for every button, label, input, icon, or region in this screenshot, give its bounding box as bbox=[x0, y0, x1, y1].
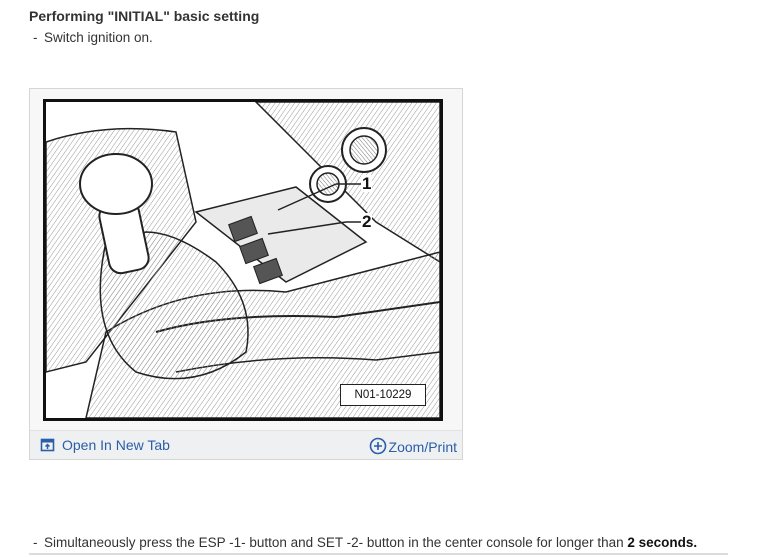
divider bbox=[29, 553, 728, 555]
step-switch-ignition: - Switch ignition on. bbox=[33, 30, 153, 45]
figure-footer: Open In New Tab Zoom/Print bbox=[30, 430, 462, 459]
callout-1: 1 bbox=[361, 174, 373, 193]
center-console-illustration[interactable]: 1 2 N01-10229 bbox=[43, 99, 443, 421]
step-text: Simultaneously press the ESP -1- button … bbox=[44, 535, 628, 550]
zoom-plus-icon bbox=[369, 437, 387, 458]
console-drawing bbox=[46, 102, 440, 418]
step-dash: - bbox=[33, 30, 38, 45]
step-dash: - bbox=[33, 535, 38, 550]
zoom-print-link[interactable]: Zoom/Print bbox=[369, 437, 457, 458]
figure-code-label: N01-10229 bbox=[340, 384, 426, 406]
zoom-print-label: Zoom/Print bbox=[388, 439, 457, 455]
figure-card: 1 2 N01-10229 Open In New Tab Zoom/Print bbox=[29, 88, 463, 460]
step-emphasis: 2 seconds. bbox=[627, 535, 698, 550]
callout-2: 2 bbox=[361, 212, 373, 231]
open-in-new-tab-label: Open In New Tab bbox=[62, 437, 170, 453]
step-press-buttons: - Simultaneously press the ESP -1- button… bbox=[33, 535, 697, 550]
open-in-new-tab-link[interactable]: Open In New Tab bbox=[40, 437, 170, 456]
open-new-tab-icon bbox=[40, 437, 56, 456]
step-text: Switch ignition on. bbox=[44, 30, 153, 45]
section-heading: Performing "INITIAL" basic setting bbox=[29, 8, 260, 24]
